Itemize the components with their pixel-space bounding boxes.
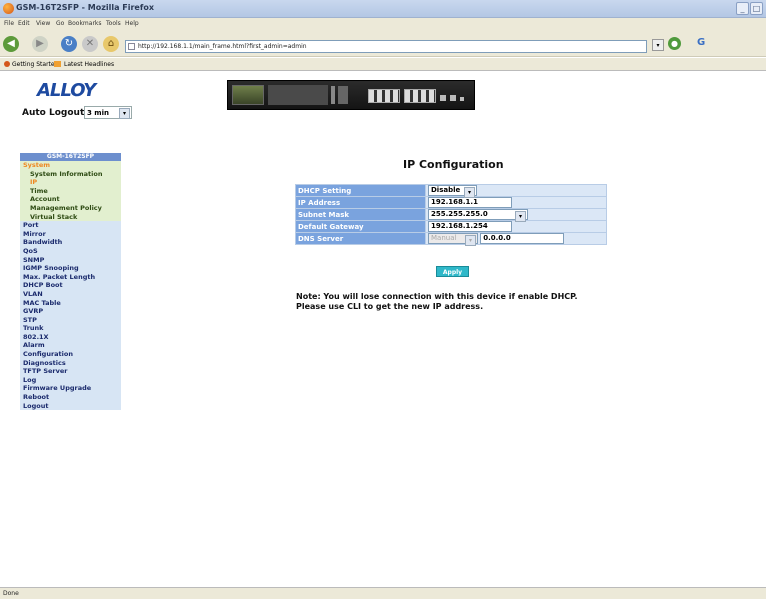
sidebar-item-stp[interactable]: STP [20,315,121,325]
bookmark-latest-headlines[interactable]: Latest Headlines [64,61,114,68]
url-dropdown-icon[interactable]: ▾ [652,39,664,51]
menu-bar: File Edit View Go Bookmarks Tools Help [0,18,766,31]
reload-icon[interactable]: ↻ [61,36,77,52]
menu-view[interactable]: View [36,20,50,27]
address-bar[interactable]: http://192.168.1.1/main_frame.html?first… [125,40,647,53]
page-icon [128,43,135,50]
menu-tools[interactable]: Tools [106,20,121,27]
sidebar-item-logout[interactable]: Logout [20,401,121,411]
dns-server-input[interactable]: 0.0.0.0 [480,233,565,244]
sidebar-item-configuration[interactable]: Configuration [20,350,121,359]
subnet-mask-select[interactable]: 255.255.255.0 ▾ [428,209,528,222]
forward-icon[interactable]: ▶ [32,36,48,52]
note-line-1: Note: You will lose connection with this… [296,292,578,301]
sidebar-item-virtual-stack[interactable]: Virtual Stack [20,212,121,222]
sidebar-item-802-1x[interactable]: 802.1X [20,332,121,342]
maximize-icon[interactable]: □ [750,2,763,15]
sidebar-menu: System System Information IP Time Account Man… [20,161,121,411]
apply-button[interactable]: Apply [436,266,469,277]
auto-logout-select[interactable]: 3 min ▾ [84,106,132,119]
sidebar-item-firmware-upgrade[interactable]: Firmware Upgrade [20,384,121,394]
bookmark-getting-started[interactable]: Getting Started [12,61,58,68]
chevron-down-icon: ▾ [464,187,475,198]
chevron-down-icon: ▾ [465,235,476,246]
ip-row: IP Address 192.168.1.1 [295,196,607,209]
sidebar-item-tftp-server[interactable]: TFTP Server [20,367,121,376]
dhcp-label: DHCP Setting [295,184,426,197]
navigation-toolbar: ◀ ▶ ↻ ✕ ⌂ http://192.168.1.1/main_frame.… [0,31,766,57]
rss-icon [54,61,61,67]
sidebar-item-diagnostics[interactable]: Diagnostics [20,358,121,368]
status-bar: Done [0,587,766,599]
dns-server-label: DNS Server [295,232,426,245]
sidebar-item-dhcp-boot[interactable]: DHCP Boot [20,281,121,290]
stop-icon[interactable]: ✕ [82,36,98,52]
bookmarks-toolbar: Getting Started Latest Headlines [0,58,766,71]
mask-row: Subnet Mask 255.255.255.0 ▾ [295,208,607,222]
dhcp-select[interactable]: Disable ▾ [428,185,477,198]
chevron-down-icon: ▾ [119,108,130,119]
ip-address-label: IP Address [295,196,426,209]
sidebar-item-system-information[interactable]: System Information [20,169,121,179]
dns-row: DNS Server Manual ▾ 0.0.0.0 [295,232,607,246]
dhcp-value: Disable [431,186,461,194]
sidebar-item-igmp-snooping[interactable]: IGMP Snooping [20,264,121,273]
subnet-mask-value: 255.255.255.0 [431,210,488,218]
note-line-2: Please use CLI to get the new IP address… [296,302,484,311]
menu-bookmarks[interactable]: Bookmarks [68,20,102,27]
back-icon[interactable]: ◀ [3,36,19,52]
dns-mode-value: Manual [431,234,457,242]
firefox-icon [3,3,14,14]
dhcp-note: Note: You will lose connection with this… [296,292,578,312]
sidebar-item-max-packet-length[interactable]: Max. Packet Length [20,272,121,282]
sidebar-item-trunk[interactable]: Trunk [20,324,121,333]
gateway-row: Default Gateway 192.168.1.254 [295,220,607,233]
sidebar-item-time[interactable]: Time [20,186,121,196]
menu-go[interactable]: Go [56,20,64,27]
home-icon[interactable]: ⌂ [103,36,119,52]
sidebar-item-management-policy[interactable]: Management Policy [20,203,121,213]
auto-logout-value: 3 min [87,109,109,117]
default-gateway-input[interactable]: 192.168.1.254 [428,221,512,232]
getting-started-icon [4,61,10,67]
default-gateway-label: Default Gateway [295,220,426,233]
sidebar-item-account[interactable]: Account [20,195,121,204]
ip-config-form: DHCP Setting Disable ▾ IP Address 192.16… [295,184,607,246]
sidebar-item-port[interactable]: Port [20,221,121,230]
sidebar-header: GSM-16T2SFP [20,153,121,161]
switch-front-panel-image [227,80,475,110]
sidebar-item-ip[interactable]: IP [20,178,121,187]
ip-address-input[interactable]: 192.168.1.1 [428,197,512,208]
subnet-mask-label: Subnet Mask [295,208,426,221]
auto-logout-label: Auto Logout [22,108,85,118]
dns-mode-select[interactable]: Manual ▾ [428,233,478,246]
window-title: GSM-16T2SFP - Mozilla Firefox [16,3,154,12]
sidebar-item-bandwidth[interactable]: Bandwidth [20,238,121,247]
alloy-logo: ALLOY [37,80,96,101]
sidebar-item-log[interactable]: Log [20,375,121,385]
sidebar-item-qos[interactable]: QoS [20,246,121,256]
search-engine-icon[interactable]: G [697,37,705,48]
sidebar-item-snmp[interactable]: SNMP [20,255,121,265]
sidebar-item-alarm[interactable]: Alarm [20,341,121,351]
sidebar-item-gvrp[interactable]: GVRP [20,307,121,316]
page-title: IP Configuration [403,158,504,171]
dhcp-row: DHCP Setting Disable ▾ [295,184,607,198]
sidebar-item-system[interactable]: System [20,161,121,170]
menu-file[interactable]: File [4,20,14,27]
menu-help[interactable]: Help [125,20,139,27]
minimize-icon[interactable]: _ [736,2,749,15]
sidebar-item-reboot[interactable]: Reboot [20,393,121,402]
chevron-down-icon: ▾ [515,211,526,222]
sidebar-item-mac-table[interactable]: MAC Table [20,298,121,308]
window-titlebar: GSM-16T2SFP - Mozilla Firefox _ □ [0,0,766,18]
menu-edit[interactable]: Edit [18,20,30,27]
go-icon[interactable]: ● [668,37,681,50]
sidebar-item-mirror[interactable]: Mirror [20,229,121,239]
sidebar-item-vlan[interactable]: VLAN [20,289,121,299]
